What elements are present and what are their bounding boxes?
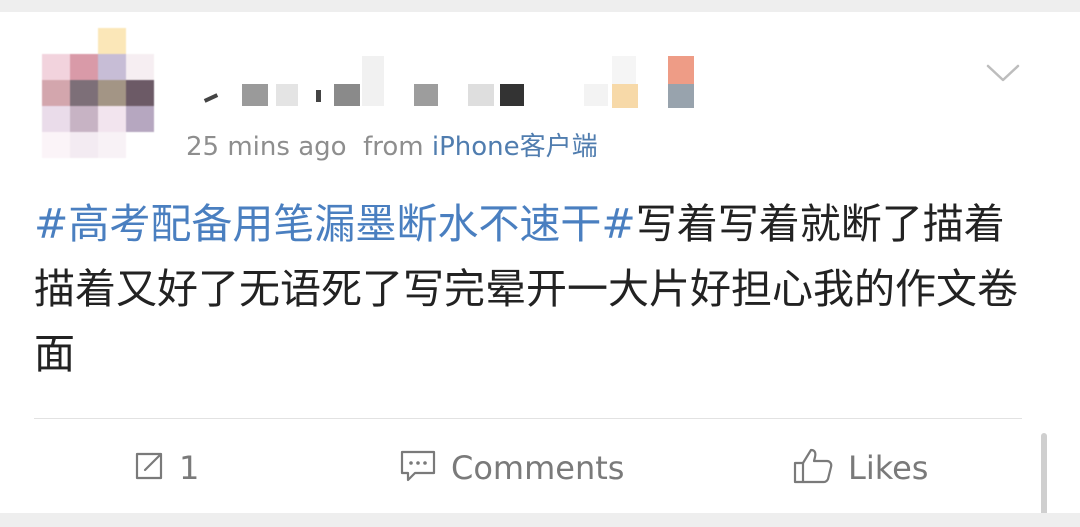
hashtag-link[interactable]: #高考配备用笔漏墨断水不速干# bbox=[34, 200, 636, 248]
thumbs-up-icon bbox=[792, 447, 834, 489]
feed-separator-bottom bbox=[0, 513, 1080, 527]
feed-separator-top bbox=[0, 0, 1080, 12]
username-censored[interactable] bbox=[196, 56, 716, 116]
source-prefix: from bbox=[363, 132, 424, 162]
repost-icon bbox=[133, 450, 165, 486]
likes-label: Likes bbox=[848, 449, 929, 487]
post-source-link[interactable]: iPhone客户端 bbox=[432, 132, 598, 162]
post-meta: 25 mins ago from iPhone客户端 bbox=[186, 126, 598, 163]
repost-button[interactable]: 1 bbox=[133, 444, 199, 492]
avatar[interactable] bbox=[42, 28, 156, 158]
comments-label: Comments bbox=[451, 449, 625, 487]
post-timestamp: 25 mins ago bbox=[186, 132, 347, 162]
comments-button[interactable]: Comments bbox=[399, 444, 624, 492]
divider bbox=[34, 418, 1022, 419]
repost-count: 1 bbox=[179, 449, 200, 487]
post-body: #高考配备用笔漏墨断水不速干#写着写着就断了描着描着又好了无语死了写完晕开一大片… bbox=[34, 192, 1024, 387]
likes-button[interactable]: Likes bbox=[792, 444, 928, 492]
comment-icon bbox=[399, 449, 437, 487]
chevron-down-icon[interactable] bbox=[986, 62, 1020, 84]
